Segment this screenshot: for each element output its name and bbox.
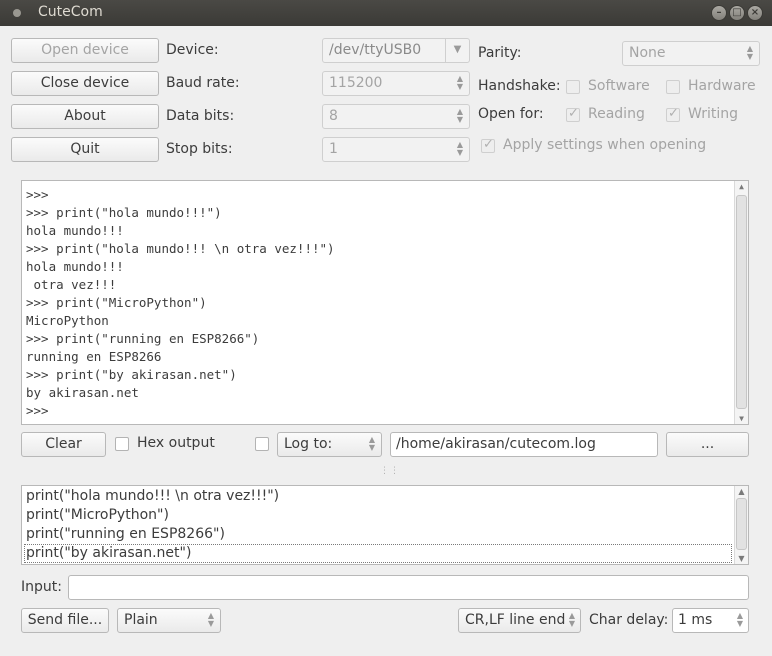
hardware-checkbox[interactable] (666, 80, 680, 94)
hex-output-label: Hex output (137, 435, 215, 451)
scroll-thumb[interactable] (736, 195, 747, 409)
scroll-up-icon[interactable]: ▲ (735, 182, 748, 191)
history-item[interactable]: print("MicroPython") (26, 506, 169, 525)
baud-rate-value: 115200 (329, 75, 383, 91)
scroll-down-icon[interactable]: ▼ (735, 414, 748, 423)
close-window-icon[interactable]: × (747, 5, 763, 21)
stop-bits-combo[interactable]: 1 ▲ ▼ (322, 137, 470, 162)
parity-value: None (629, 45, 666, 61)
history-scrollbar[interactable]: ▲ ▼ (734, 486, 748, 564)
checkmark-icon: ✓ (668, 106, 679, 121)
apply-settings-label: Apply settings when opening (503, 137, 707, 153)
log-path-input[interactable]: /home/akirasan/cutecom.log (390, 432, 658, 457)
spin-arrows-icon[interactable]: ▲ ▼ (569, 612, 575, 628)
maximize-icon[interactable]: □ (729, 5, 745, 21)
output-scrollbar[interactable]: ▲ ▼ (734, 181, 748, 424)
output-line: MicroPython (26, 313, 109, 328)
splitter-handle[interactable]: ⋮⋮ (380, 466, 400, 476)
checkmark-icon: ✓ (568, 106, 579, 121)
checkmark-icon: ✓ (483, 137, 494, 152)
history-list[interactable]: print("hola mundo!!! \n otra vez!!!") pri… (21, 485, 749, 565)
line-end-value: CR,LF line end (465, 612, 566, 628)
spin-arrows-icon[interactable]: ▲ ▼ (747, 45, 753, 61)
apply-settings-checkbox[interactable]: ✓ (481, 137, 495, 153)
log-browse-button[interactable]: ... (666, 432, 749, 457)
clear-button[interactable]: Clear (21, 432, 106, 457)
scroll-down-icon[interactable]: ▼ (735, 554, 748, 563)
send-file-button[interactable]: Send file... (21, 608, 109, 633)
device-value: /dev/ttyUSB0 (329, 42, 422, 58)
software-checkbox[interactable] (566, 80, 580, 94)
baud-rate-label: Baud rate: (166, 75, 240, 91)
output-line: >>> print("by akirasan.net") (26, 367, 237, 382)
software-label: Software (588, 78, 650, 94)
output-line: by akirasan.net (26, 385, 139, 400)
spin-arrows-icon[interactable]: ▲ ▼ (457, 75, 463, 91)
format-value: Plain (124, 612, 158, 628)
output-line: >>> (26, 187, 49, 202)
device-combo[interactable]: /dev/ttyUSB0 ▼ (322, 38, 470, 63)
output-line: otra vez!!! (26, 277, 117, 292)
parity-label: Parity: (478, 45, 522, 61)
send-input[interactable] (68, 575, 749, 600)
output-line: >>> (26, 403, 49, 418)
log-to-combo[interactable]: Log to: ▲ ▼ (277, 432, 382, 457)
char-delay-value: 1 ms (678, 612, 713, 628)
history-item[interactable]: print("hola mundo!!! \n otra vez!!!") (26, 487, 279, 506)
line-end-combo[interactable]: CR,LF line end ▲ ▼ (458, 608, 581, 633)
data-bits-value: 8 (329, 108, 338, 124)
stop-bits-value: 1 (329, 141, 338, 157)
output-line: >>> print("running en ESP8266") (26, 331, 260, 346)
window-menu-icon[interactable] (13, 9, 21, 17)
spin-arrows-icon[interactable]: ▲ ▼ (737, 612, 743, 628)
output-line: hola mundo!!! (26, 259, 124, 274)
handshake-label: Handshake: (478, 78, 561, 94)
output-line: running en ESP8266 (26, 349, 162, 364)
reading-checkbox[interactable]: ✓ (566, 106, 580, 122)
reading-label: Reading (588, 106, 645, 122)
parity-combo[interactable]: None ▲ ▼ (622, 41, 760, 66)
spin-arrows-icon[interactable]: ▲ ▼ (208, 612, 214, 628)
output-line: hola mundo!!! (26, 223, 124, 238)
history-selection (24, 544, 732, 563)
spin-arrows-icon[interactable]: ▲ ▼ (457, 108, 463, 124)
spin-arrows-icon[interactable]: ▲ ▼ (369, 436, 375, 452)
char-delay-spinbox[interactable]: 1 ms ▲ ▼ (672, 608, 749, 633)
history-item[interactable]: print("running en ESP8266") (26, 525, 225, 544)
scroll-up-icon[interactable]: ▲ (735, 487, 748, 496)
log-to-value: Log to: (284, 436, 333, 452)
output-line: >>> print("MicroPython") (26, 295, 207, 310)
data-bits-label: Data bits: (166, 108, 235, 124)
output-line: >>> print("hola mundo!!!") (26, 205, 222, 220)
scroll-thumb[interactable] (736, 498, 747, 550)
format-combo[interactable]: Plain ▲ ▼ (117, 608, 221, 633)
open-for-label: Open for: (478, 106, 544, 122)
writing-checkbox[interactable]: ✓ (666, 106, 680, 122)
writing-label: Writing (688, 106, 738, 122)
log-enable-checkbox[interactable] (255, 437, 269, 451)
output-pane[interactable]: >>> >>> print("hola mundo!!!") hola mundo!… (21, 180, 749, 425)
output-line: >>> print("hola mundo!!! \n otra vez!!!"… (26, 241, 335, 256)
open-device-button[interactable]: Open device (11, 38, 159, 63)
baud-rate-combo[interactable]: 115200 ▲ ▼ (322, 71, 470, 96)
title-bar[interactable]: CuteCom – □ × (0, 0, 772, 26)
input-label: Input: (21, 579, 62, 595)
minimize-icon[interactable]: – (711, 5, 727, 21)
window-title: CuteCom (38, 4, 103, 20)
stop-bits-label: Stop bits: (166, 141, 233, 157)
quit-button[interactable]: Quit (11, 137, 159, 162)
chevron-down-icon[interactable]: ▼ (445, 39, 469, 62)
close-device-button[interactable]: Close device (11, 71, 159, 96)
spin-arrows-icon[interactable]: ▲ ▼ (457, 141, 463, 157)
char-delay-label: Char delay: (589, 612, 669, 628)
hardware-label: Hardware (688, 78, 756, 94)
data-bits-combo[interactable]: 8 ▲ ▼ (322, 104, 470, 129)
hex-output-checkbox[interactable] (115, 437, 129, 451)
about-button[interactable]: About (11, 104, 159, 129)
device-label: Device: (166, 42, 219, 58)
